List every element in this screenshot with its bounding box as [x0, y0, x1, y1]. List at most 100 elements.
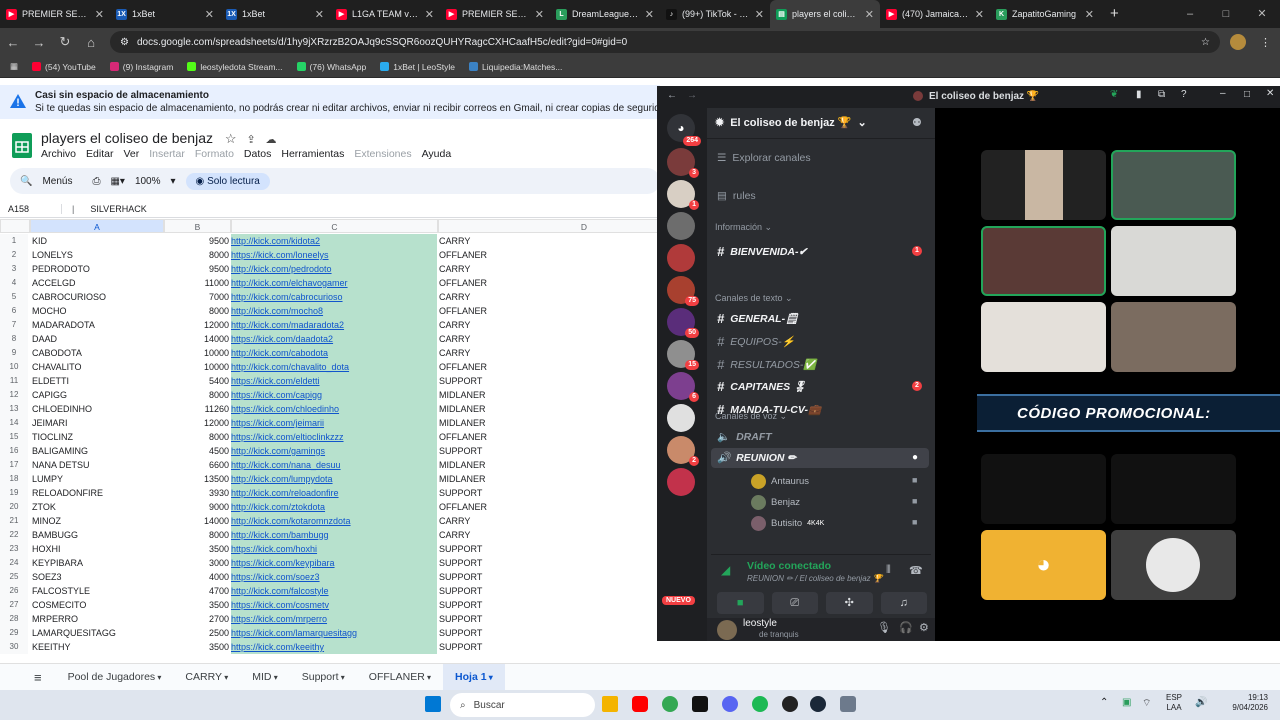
- cell-a[interactable]: RELOADONFIRE: [32, 486, 162, 500]
- youtube-icon[interactable]: [632, 696, 648, 712]
- cell-a[interactable]: BALIGAMING: [32, 444, 162, 458]
- voice-user[interactable]: Butisito 4K4K: [751, 516, 824, 531]
- text-channel[interactable]: # RESULTADOS-✅: [717, 357, 816, 372]
- table-row[interactable]: 7 MADARADOTA 12000 http://kick.com/madarado…: [0, 318, 660, 332]
- cell-c[interactable]: http://kick.com/lumpydota: [231, 472, 437, 486]
- menu-kebab-icon[interactable]: ⋮: [1260, 36, 1271, 49]
- cell-a[interactable]: CABODOTA: [32, 346, 162, 360]
- server-icon[interactable]: 6: [667, 372, 699, 402]
- browser-tab[interactable]: ▶ (470) Jamaican (B ✕: [880, 0, 990, 28]
- site-info-icon[interactable]: ⚙: [120, 37, 129, 48]
- cell-d[interactable]: MIDLANER: [439, 416, 589, 430]
- cell-c[interactable]: https://kick.com/soez3: [231, 570, 437, 584]
- clock[interactable]: 19:13 9/04/2026: [1228, 693, 1268, 713]
- wifi-icon[interactable]: ⌔: [1142, 697, 1151, 710]
- windows-start-icon[interactable]: [425, 696, 441, 712]
- cell-c[interactable]: http://kick.com/elchavogamer: [231, 276, 437, 290]
- taskbar-search[interactable]: ⌕ Buscar: [450, 693, 595, 717]
- popout-icon[interactable]: ⧉: [1158, 89, 1165, 100]
- cell-a[interactable]: ACCELGD: [32, 276, 162, 290]
- voice-channel-reunion[interactable]: 🔊 REUNION ✏: [717, 451, 796, 465]
- server-icon[interactable]: [667, 404, 695, 432]
- help-icon[interactable]: ?: [1181, 89, 1187, 100]
- tab-close-icon[interactable]: ✕: [755, 8, 764, 21]
- doc-title[interactable]: players el coliseo de benjaz ☆ ⇪ ☁: [41, 130, 277, 147]
- cell-d[interactable]: SUPPORT: [439, 486, 589, 500]
- table-row[interactable]: 13 CHLOEDINHO 11260 https://kick.com/chloed…: [0, 402, 660, 416]
- cell-a[interactable]: CHLOEDINHO: [32, 402, 162, 416]
- name-box[interactable]: A158: [0, 204, 62, 214]
- cell-b[interactable]: 8000: [165, 528, 229, 542]
- signal-icon[interactable]: ◢: [721, 563, 730, 577]
- bookmark-item[interactable]: (54) YouTube: [32, 62, 96, 72]
- camera-icon[interactable]: ■: [717, 592, 764, 614]
- table-row[interactable]: 19 RELOADONFIRE 3930 http://kick.com/reload…: [0, 486, 660, 500]
- server-icon[interactable]: 75: [667, 276, 699, 306]
- text-channel[interactable]: # CAPITANES 🎖: [717, 379, 806, 394]
- cell-b[interactable]: 6600: [165, 458, 229, 472]
- table-row[interactable]: 21 MINOZ 14000 http://kick.com/kotaromnzdot…: [0, 514, 660, 528]
- bookmark-item[interactable]: leostyledota Stream...: [187, 62, 283, 72]
- menus-search-label[interactable]: Menús: [42, 176, 72, 187]
- sheets-logo-icon[interactable]: [12, 133, 32, 158]
- cell-a[interactable]: LUMPY: [32, 472, 162, 486]
- cell-d[interactable]: CARRY: [439, 332, 589, 346]
- cell-a[interactable]: BAMBUGG: [32, 528, 162, 542]
- cell-c[interactable]: http://kick.com/madaradota2: [231, 318, 437, 332]
- table-row[interactable]: 18 LUMPY 13500 http://kick.com/lumpydota MID…: [0, 472, 660, 486]
- readonly-chip[interactable]: ◉ Solo lectura: [185, 172, 270, 190]
- tray-app-icon[interactable]: ▣: [1122, 697, 1131, 708]
- maximize-icon[interactable]: □: [1208, 0, 1244, 28]
- table-row[interactable]: 2 LONELYS 8000 https://kick.com/loneelys OFF…: [0, 248, 660, 262]
- cell-b[interactable]: 11260: [165, 402, 229, 416]
- text-channel[interactable]: # BIENVENIDA-✔: [717, 244, 807, 259]
- inbox-icon[interactable]: ▮: [1136, 89, 1142, 100]
- cell-c[interactable]: http://kick.com/mocho8: [231, 304, 437, 318]
- explore-channels[interactable]: ☰ Explorar canales: [717, 152, 811, 164]
- cell-b[interactable]: 9500: [165, 262, 229, 276]
- sheet-tab[interactable]: OFFLANER ▾: [357, 671, 443, 683]
- print-icon[interactable]: ⎙: [92, 176, 100, 187]
- activities-icon[interactable]: ✣: [826, 592, 873, 614]
- video-tile[interactable]: [1111, 302, 1236, 372]
- cell-b[interactable]: 11000: [165, 276, 229, 290]
- col-header-c[interactable]: C: [231, 219, 438, 233]
- gear-icon[interactable]: ⚙: [919, 621, 929, 634]
- video-tile[interactable]: [1111, 150, 1236, 220]
- table-row[interactable]: 24 KEYPIBARA 3000 https://kick.com/keypibar…: [0, 556, 660, 570]
- move-icon[interactable]: ⇪: [246, 134, 255, 146]
- bookmark-star-icon[interactable]: ☆: [1201, 37, 1210, 48]
- video-tile[interactable]: [1111, 226, 1236, 296]
- reload-icon[interactable]: ↻: [52, 34, 78, 50]
- server-header[interactable]: ✹ El coliseo de benjaz 🏆 ⌄: [715, 116, 867, 129]
- table-row[interactable]: 27 COSMECITO 3500 https://kick.com/cosmetv S…: [0, 598, 660, 612]
- cell-b[interactable]: 2700: [165, 612, 229, 626]
- disconnect-icon[interactable]: ☎: [909, 564, 923, 577]
- search-icon[interactable]: 🔍: [20, 176, 32, 187]
- cell-a[interactable]: TIOCLINZ: [32, 430, 162, 444]
- spotify-icon[interactable]: [752, 696, 768, 712]
- cell-b[interactable]: 13500: [165, 472, 229, 486]
- table-row[interactable]: 30 KEEITHY 3500 https://kick.com/keeithy SUP…: [0, 640, 660, 654]
- cell-c[interactable]: https://kick.com/capigg: [231, 388, 437, 402]
- minimize-icon[interactable]: –: [1220, 88, 1226, 99]
- tab-close-icon[interactable]: ✕: [315, 8, 324, 21]
- cell-a[interactable]: MADARADOTA: [32, 318, 162, 332]
- discord-home-icon[interactable]: ◕ 264: [667, 114, 701, 146]
- cell-c[interactable]: https://kick.com/mrperro: [231, 612, 437, 626]
- cell-a[interactable]: LONELYS: [32, 248, 162, 262]
- back-arrow-icon[interactable]: ←: [667, 90, 677, 101]
- cell-c[interactable]: https://kick.com/loneelys: [231, 248, 437, 262]
- cell-d[interactable]: CARRY: [439, 346, 589, 360]
- cell-d[interactable]: SUPPORT: [439, 598, 589, 612]
- menu-item[interactable]: Extensiones: [354, 148, 411, 160]
- cell-c[interactable]: http://kick.com/nana_desuu: [231, 458, 437, 472]
- table-row[interactable]: 5 CABROCURIOSO 7000 http://kick.com/cabrocu…: [0, 290, 660, 304]
- cell-b[interactable]: 14000: [165, 514, 229, 528]
- voice-user[interactable]: Antaurus: [751, 474, 809, 489]
- cell-b[interactable]: 3000: [165, 556, 229, 570]
- tab-close-icon[interactable]: ✕: [425, 8, 434, 21]
- server-icon[interactable]: 15: [667, 340, 699, 370]
- cell-b[interactable]: 8000: [165, 248, 229, 262]
- text-channel[interactable]: # EQUIPOS-⚡: [717, 334, 795, 349]
